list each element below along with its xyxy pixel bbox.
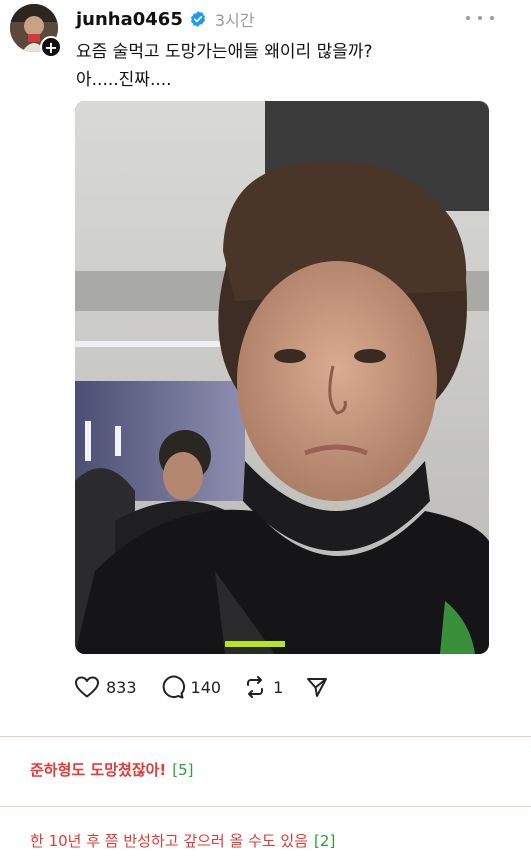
comment-bubble-icon (162, 675, 185, 699)
verified-badge-icon (190, 11, 205, 27)
repost-count: 1 (273, 677, 284, 697)
divider (0, 736, 531, 737)
caption-line: 요즘 술먹고 도망가는애들 왜이리 많을까? (76, 42, 373, 62)
post-actions: 833 140 1 (74, 673, 351, 701)
post-time: 3시간 (214, 11, 255, 30)
repost-button[interactable]: 1 (243, 675, 283, 699)
comment-text: 준하형도 도망쳤잖아! (30, 761, 167, 779)
username[interactable]: junha0465 (76, 9, 183, 30)
comment-text: 한 10년 후 쯤 반성하고 갚으러 올 수도 있음 (30, 832, 309, 850)
share-button[interactable] (305, 675, 329, 699)
reply-count: 140 (190, 677, 222, 697)
follow-plus-icon[interactable]: + (40, 36, 62, 58)
comment-item[interactable]: 한 10년 후 쯤 반성하고 갚으러 올 수도 있음 [2] (30, 830, 335, 851)
more-options-icon[interactable] (466, 6, 494, 30)
comment-reply-count: [2] (314, 832, 336, 850)
repost-icon (247, 676, 264, 698)
heart-icon (75, 676, 99, 698)
divider (0, 806, 531, 807)
thread-post: + junha0465 3시간 요즘 술먹고 도망가는애들 왜이리 많을까? 아… (0, 0, 531, 735)
post-photo[interactable] (75, 101, 489, 654)
post-header: junha0465 3시간 (76, 6, 254, 32)
share-send-icon (307, 678, 328, 697)
comment-item[interactable]: 준하형도 도망쳤잖아! [5] (30, 759, 194, 780)
like-button[interactable]: 833 (74, 675, 137, 699)
comment-reply-count: [5] (172, 761, 194, 779)
post-caption: 요즘 술먹고 도망가는애들 왜이리 많을까? 아.....진짜.... (76, 38, 506, 94)
reply-button[interactable]: 140 (159, 675, 222, 699)
like-count: 833 (106, 677, 137, 697)
caption-line: 아.....진짜.... (76, 70, 172, 90)
